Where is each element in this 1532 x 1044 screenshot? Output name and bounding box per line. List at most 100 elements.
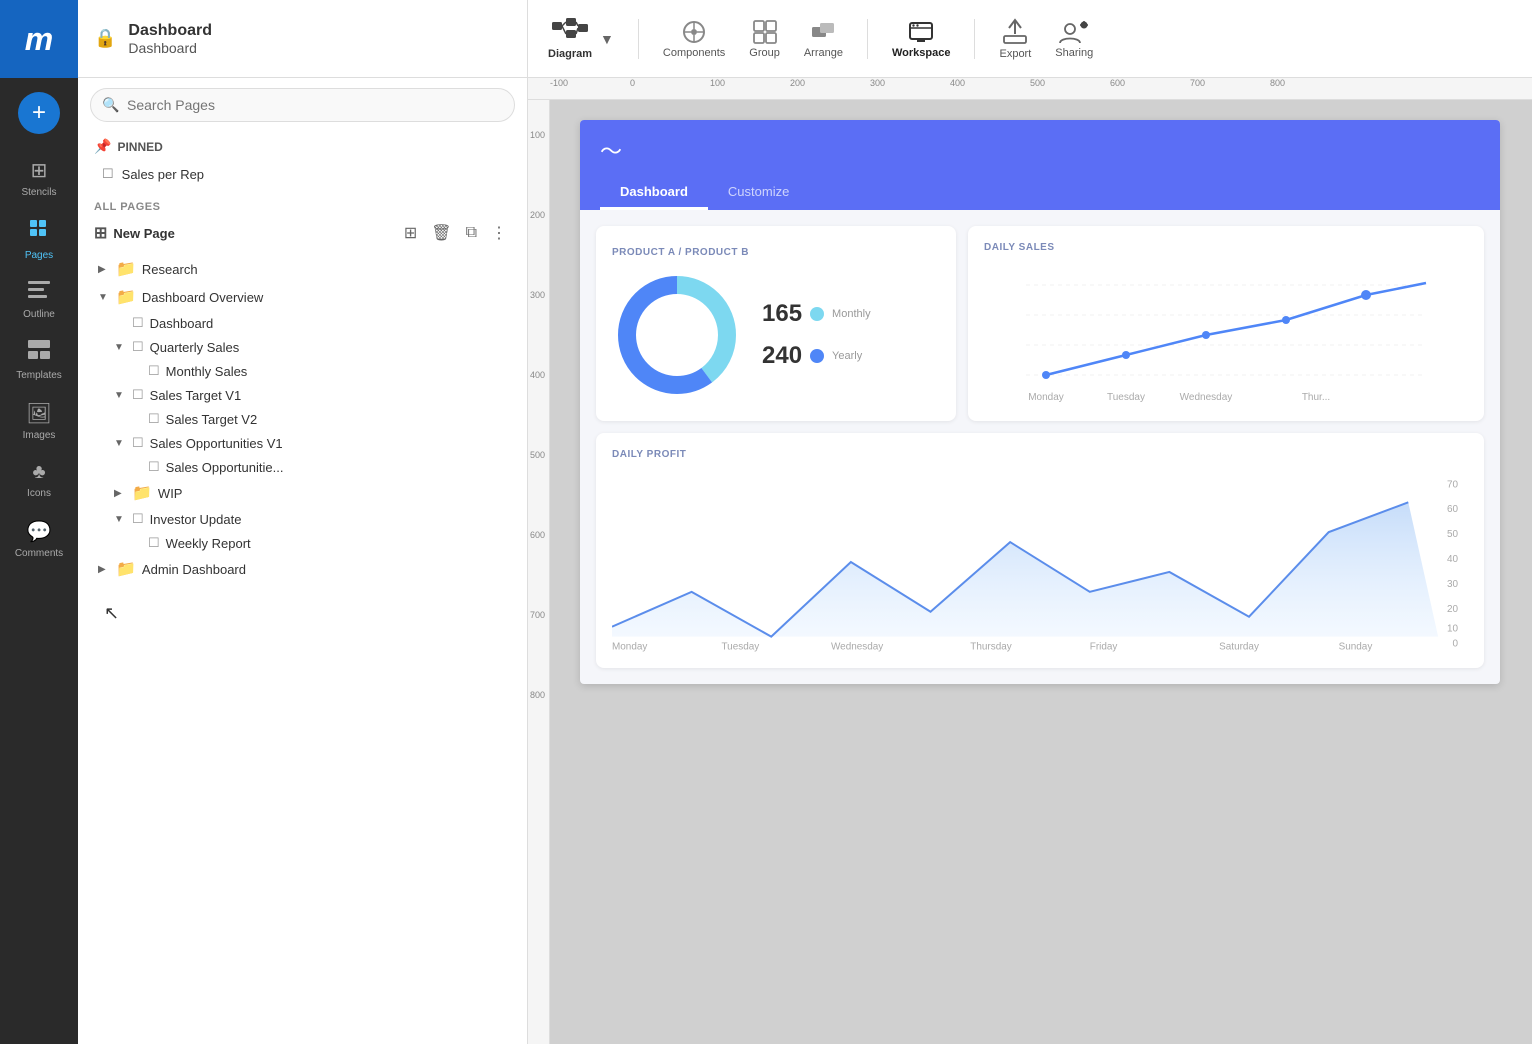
search-icon: 🔍 [102,97,119,114]
daily-sales-svg: Monday Tuesday Wednesday Thur... [984,265,1468,405]
diagram-svg-icon [552,18,588,46]
svg-text:10: 10 [1447,624,1459,635]
tree-arrow-icon: ▶ [98,564,110,575]
new-page-row: ⊞ New Page ⊞ 🗑 ⧉ ⋮ [94,219,511,247]
workspace-group[interactable]: Workspace [892,19,951,59]
svg-text:Monday: Monday [1028,392,1064,403]
tree-item-weekly-report[interactable]: ▶ ☐ Weekly Report [94,531,511,555]
tree-item-wip[interactable]: ▶ 📁 WIP [94,479,511,507]
cursor-indicator: ↖ [94,583,511,634]
tree-item-dashboard-overview[interactable]: ▼ 📁 Dashboard Overview [94,283,511,311]
doc-icon: ☐ [148,411,160,427]
doc-icon: ☐ [132,339,144,355]
tree-arrow-icon: ▼ [114,342,126,353]
add-button[interactable]: + [18,92,60,134]
daily-profit-chart: 70 60 50 40 30 20 10 0 [612,472,1468,652]
logo-icon: m [25,21,53,58]
more-page-action[interactable]: ⋮ [487,221,511,245]
tree-item-quarterly-sales[interactable]: ▼ ☐ Quarterly Sales [94,335,511,359]
tree-item-sales-target-v2[interactable]: ▶ ☐ Sales Target V2 [94,407,511,431]
svg-text:Thursday: Thursday [970,642,1011,652]
trend-icon: 〜 [600,134,622,166]
daily-sales-title: DAILY SALES [984,242,1468,253]
diagram-icon-area[interactable]: Diagram [548,18,592,60]
svg-text:Thur...: Thur... [1302,392,1330,403]
icons-icon: ♣ [32,461,45,484]
workspace-icon [907,19,935,45]
add-page-action[interactable]: ⊞ [400,221,421,245]
sidebar-item-label: Icons [27,488,51,499]
sharing-group[interactable]: Sharing [1055,19,1093,59]
group-group[interactable]: Group [749,19,780,59]
product-card: PRODUCT A / PRODUCT B [596,226,956,421]
sidebar-item-pages[interactable]: Pages [0,208,78,271]
sidebar-item-templates[interactable]: Templates [0,330,78,391]
tree-arrow-icon: ▶ [98,264,110,275]
svg-text:Wednesday: Wednesday [831,642,883,652]
sidebar-item-label: Outline [23,309,55,320]
pinned-section: 📌 PINNED ☐ Sales per Rep [78,132,527,193]
new-page-button[interactable]: ⊞ New Page [94,219,175,247]
doc-icon: ☐ [148,535,160,551]
ruler-mark-v: 300 [530,290,545,300]
sidebar-item-outline[interactable]: Outline [0,271,78,330]
sharing-icon [1058,19,1090,45]
tab-customize[interactable]: Customize [708,176,809,210]
arrange-group[interactable]: Arrange [804,19,843,59]
pinned-item-sales-per-rep[interactable]: ☐ Sales per Rep [94,161,511,187]
tree-arrow-icon: ▼ [98,292,110,303]
folder-icon: 📁 [132,483,152,503]
svg-text:Friday: Friday [1090,642,1118,652]
doc-icon: ☐ [132,315,144,331]
ruler-mark: -100 [550,78,568,88]
tree-item-sales-target-v1[interactable]: ▼ ☐ Sales Target V1 [94,383,511,407]
search-bar: 🔍 [90,88,515,122]
components-label: Components [663,47,725,59]
daily-profit-title: DAILY PROFIT [612,449,1468,460]
divider1 [638,19,639,59]
images-icon: 🖼 [26,401,51,426]
svg-text:Monday: Monday [612,642,647,652]
diagram-group: Diagram ▼ [548,18,614,60]
sidebar-item-images[interactable]: 🖼 Images [0,391,78,451]
tab-dashboard[interactable]: Dashboard [600,176,708,210]
logo-button[interactable]: m [0,0,78,78]
sidebar-item-label: Templates [16,370,62,381]
tree-item-admin-dashboard[interactable]: ▶ 📁 Admin Dashboard [94,555,511,583]
sidebar-item-comments[interactable]: 💬 Comments [0,509,78,569]
ruler-mark: 400 [950,78,965,88]
plus-icon: + [32,99,46,127]
donut-legend: 165 Monthly [762,300,871,370]
tree-item-sales-opp-v1[interactable]: ▼ ☐ Sales Opportunities V1 [94,431,511,455]
canvas-wrapper[interactable]: -100 0 100 200 300 400 500 600 700 800 1… [528,78,1532,1044]
delete-page-action[interactable]: 🗑 [427,221,455,245]
svg-text:50: 50 [1447,529,1459,540]
dashboard-tabs: Dashboard Customize [600,176,1480,210]
legend-yearly: 240 Yearly [762,342,871,370]
export-group[interactable]: Export [999,18,1031,60]
workspace-label: Workspace [892,47,951,59]
tree-item-investor-update[interactable]: ▼ ☐ Investor Update [94,507,511,531]
page-doc-icon: ☐ [102,166,114,182]
diagram-dropdown-icon[interactable]: ▼ [600,31,614,47]
tree-item-monthly-sales[interactable]: ▶ ☐ Monthly Sales [94,359,511,383]
comments-icon: 💬 [27,519,52,544]
ruler-mark: 300 [870,78,885,88]
folder-icon: 📁 [116,559,136,579]
toolbar-title: Dashboard [128,22,212,40]
svg-text:40: 40 [1447,554,1459,565]
sidebar-item-icons[interactable]: ♣ Icons [0,451,78,509]
components-group[interactable]: Components [663,19,725,59]
copy-page-action[interactable]: ⧉ [462,222,481,244]
group-label: Group [749,47,780,59]
tree-item-sales-opp-v2[interactable]: ▶ ☐ Sales Opportunitie... [94,455,511,479]
ruler-mark: 100 [710,78,725,88]
group-icon [752,19,778,45]
tree-item-research[interactable]: ▶ 📁 Research [94,255,511,283]
sidebar-item-stencils[interactable]: ⊞ Stencils [0,148,78,208]
search-input[interactable] [90,88,515,122]
legend-monthly: 165 Monthly [762,300,871,328]
svg-text:30: 30 [1447,579,1459,590]
svg-text:0: 0 [1453,639,1459,650]
tree-item-dashboard[interactable]: ▶ ☐ Dashboard [94,311,511,335]
